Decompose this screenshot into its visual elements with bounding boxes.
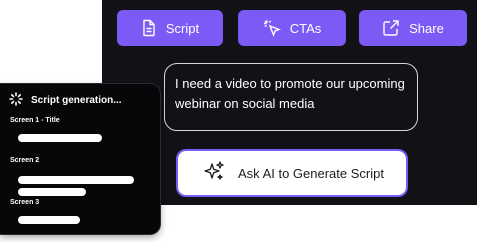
script-generation-title: Script generation... <box>31 95 122 106</box>
screen-1-placeholder-bar <box>18 134 102 142</box>
screen-2-label: Screen 2 <box>10 157 40 164</box>
ask-ai-generate-button[interactable]: Ask AI to Generate Script <box>176 149 408 197</box>
screen-1-label: Screen 1 - Title <box>10 117 60 124</box>
document-icon <box>141 19 157 37</box>
sparkles-icon <box>202 160 226 187</box>
tab-share-label: Share <box>409 20 444 36</box>
prompt-input[interactable]: I need a video to promote our upcoming w… <box>164 63 418 131</box>
tab-script-label: Script <box>165 20 200 36</box>
external-link-icon <box>382 19 400 37</box>
screen-3-placeholder-bar <box>18 216 80 224</box>
ask-ai-generate-label: Ask AI to Generate Script <box>238 165 384 181</box>
screen-3-label: Screen 3 <box>10 199 40 206</box>
screen-2-placeholder-bar <box>18 176 134 184</box>
tab-share[interactable]: Share <box>359 10 467 46</box>
screen-2-placeholder-bar-2 <box>18 188 86 196</box>
tab-ctas[interactable]: CTAs <box>238 10 346 46</box>
tab-script[interactable]: Script <box>117 10 223 46</box>
loading-spinner-icon <box>9 92 23 109</box>
cursor-click-icon <box>263 19 281 37</box>
tab-ctas-label: CTAs <box>289 20 322 36</box>
script-generation-header: Script generation... <box>9 92 122 109</box>
